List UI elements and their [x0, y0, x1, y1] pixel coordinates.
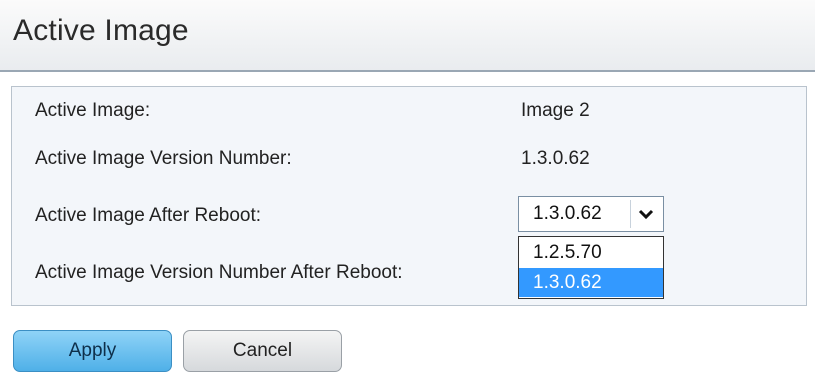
- page-header: Active Image: [0, 0, 815, 72]
- active-image-label: Active Image:: [35, 100, 151, 121]
- chevron-down-icon[interactable]: [630, 200, 661, 228]
- active-image-value: Image 2: [521, 100, 590, 121]
- active-image-version-after-reboot-label: Active Image Version Number After Reboot…: [35, 262, 403, 283]
- active-image-after-reboot-select[interactable]: 1.3.0.62: [518, 196, 664, 232]
- active-image-version-value: 1.3.0.62: [521, 148, 590, 169]
- select-current-value: 1.3.0.62: [533, 203, 602, 224]
- page-title: Active Image: [13, 14, 189, 47]
- dropdown-option-selected[interactable]: 1.3.0.62: [519, 268, 663, 297]
- dropdown-option[interactable]: 1.2.5.70: [519, 238, 663, 267]
- active-image-after-reboot-label: Active Image After Reboot:: [35, 205, 262, 226]
- reboot-image-dropdown-list: 1.2.5.70 1.3.0.62: [518, 236, 664, 299]
- apply-button[interactable]: Apply: [13, 330, 172, 372]
- cancel-button[interactable]: Cancel: [183, 330, 342, 372]
- active-image-version-label: Active Image Version Number:: [35, 148, 292, 169]
